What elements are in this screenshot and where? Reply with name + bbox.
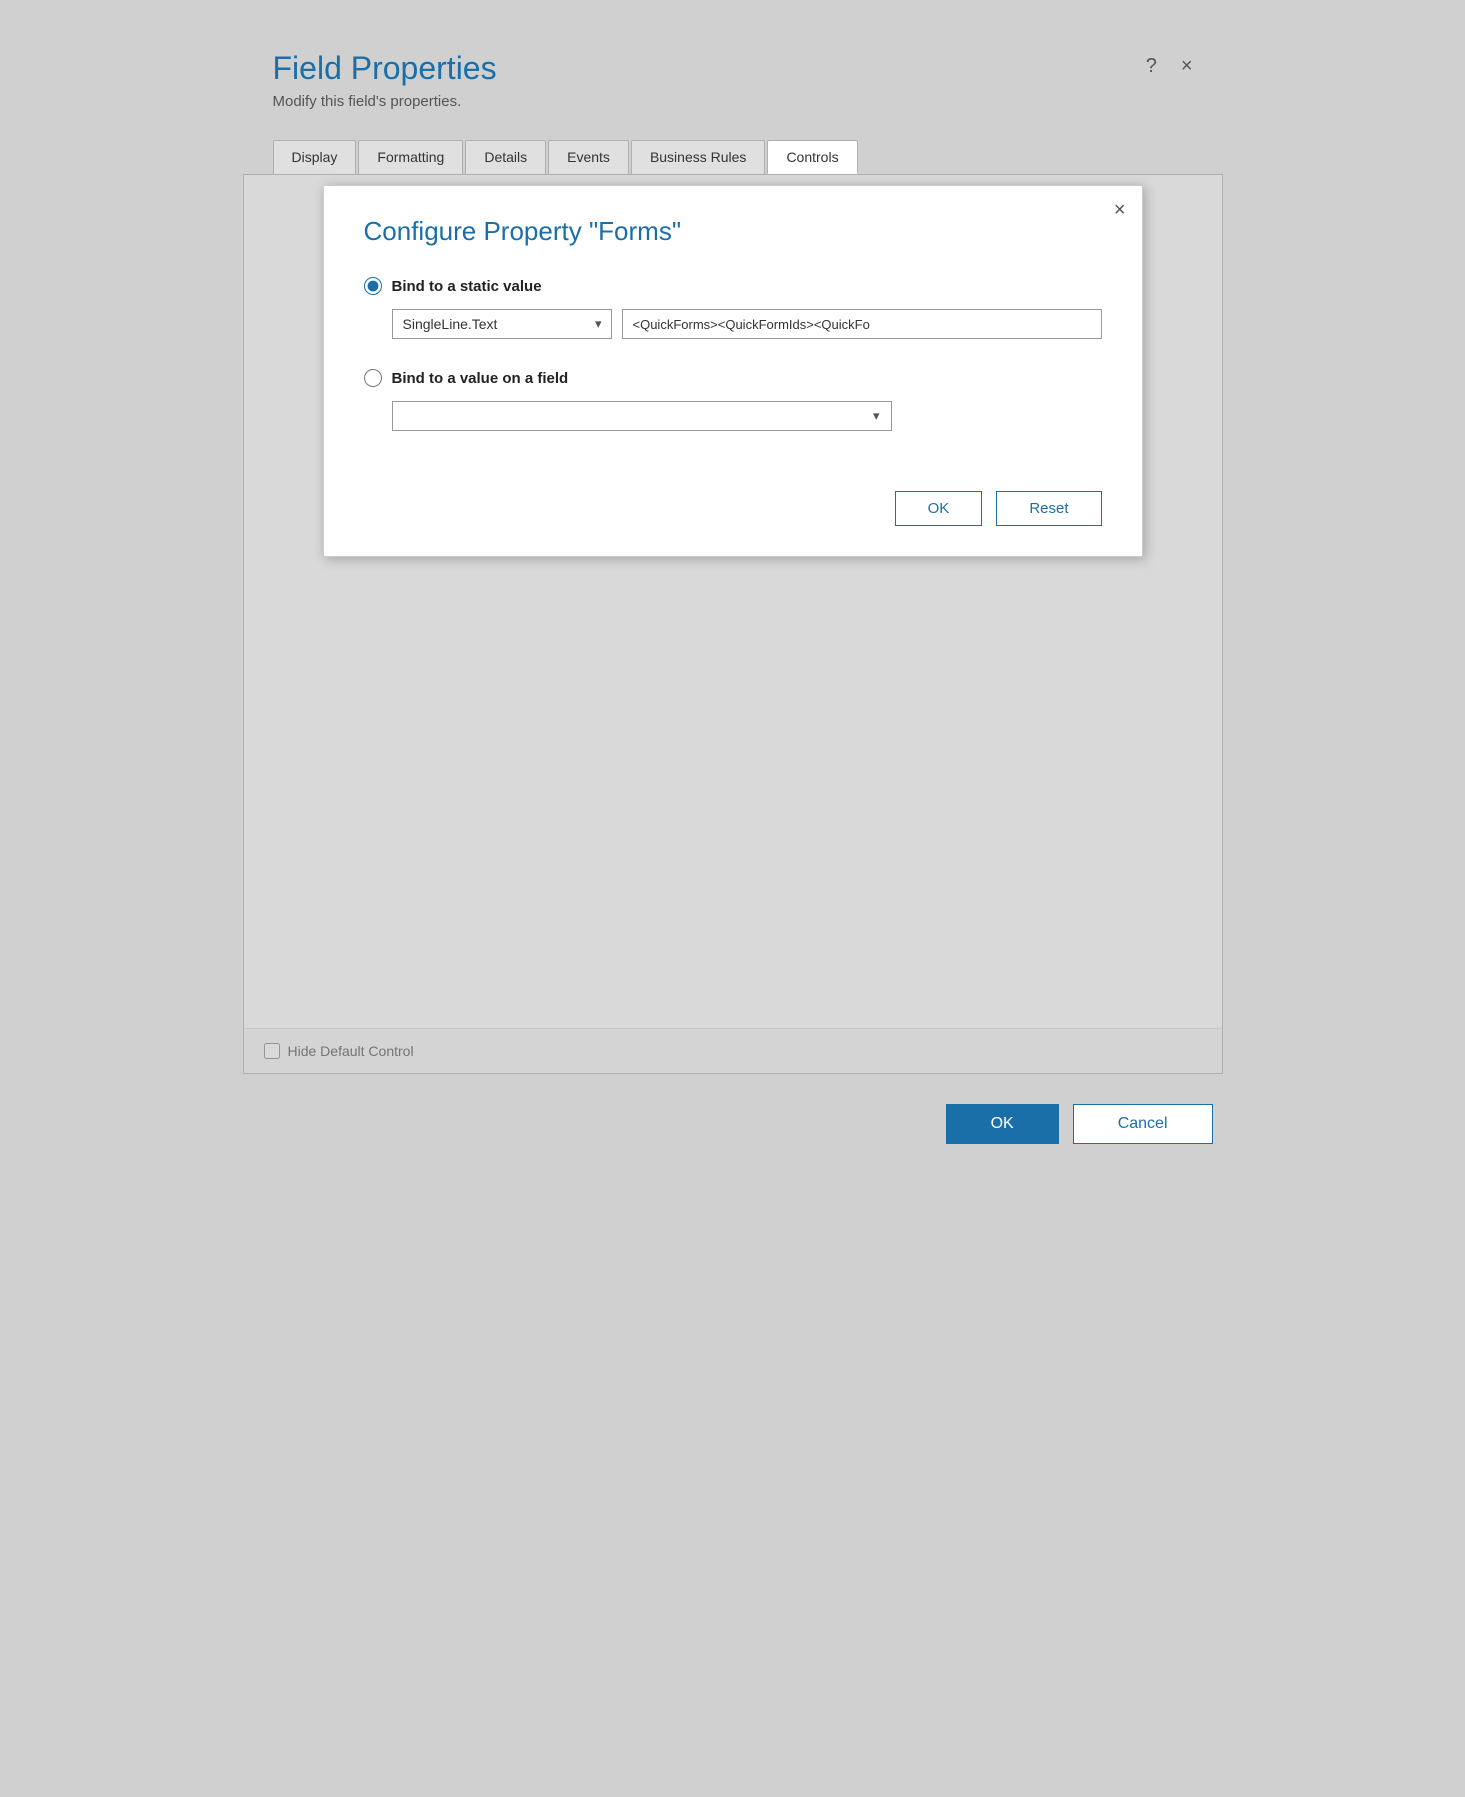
bottom-bar: OK Cancel — [243, 1084, 1223, 1154]
header-icons: ? × — [1140, 54, 1199, 78]
configure-property-modal: × Configure Property "Forms" Bind to a s… — [323, 185, 1143, 557]
modal-title: Configure Property "Forms" — [364, 216, 1102, 247]
static-value-row: SingleLine.Text SingleLine.Phone SingleL… — [392, 309, 1102, 339]
bind-static-group: Bind to a static value SingleLine.Text S… — [364, 277, 1102, 339]
type-dropdown-wrapper: SingleLine.Text SingleLine.Phone SingleL… — [392, 309, 612, 339]
bind-field-radio[interactable] — [364, 369, 382, 387]
tab-details[interactable]: Details — [465, 140, 546, 174]
modal-overlay: × Configure Property "Forms" Bind to a s… — [244, 175, 1222, 1073]
field-dropdown-wrapper — [392, 401, 892, 431]
bind-field-group: Bind to a value on a field — [364, 369, 1102, 431]
bind-static-label: Bind to a static value — [392, 278, 542, 295]
tab-business-rules[interactable]: Business Rules — [631, 140, 766, 174]
type-dropdown[interactable]: SingleLine.Text SingleLine.Phone SingleL… — [392, 309, 612, 339]
modal-ok-button[interactable]: OK — [895, 491, 983, 526]
tab-events[interactable]: Events — [548, 140, 629, 174]
field-dropdown-row — [392, 401, 1102, 431]
tab-controls[interactable]: Controls — [767, 140, 857, 174]
modal-footer: OK Reset — [364, 491, 1102, 526]
tab-formatting[interactable]: Formatting — [358, 140, 463, 174]
page-subtitle: Modify this field's properties. — [273, 93, 1193, 110]
tabs-bar: Display Formatting Details Events Busine… — [243, 140, 1223, 174]
tab-display[interactable]: Display — [273, 140, 357, 174]
page-title: Field Properties — [273, 50, 1193, 87]
help-button[interactable]: ? — [1140, 54, 1163, 78]
bind-static-radio[interactable] — [364, 277, 382, 295]
bind-field-label: Bind to a value on a field — [392, 370, 569, 387]
page-header: Field Properties Modify this field's pro… — [243, 30, 1223, 130]
close-button[interactable]: × — [1175, 54, 1199, 78]
bind-static-radio-row: Bind to a static value — [364, 277, 1102, 295]
modal-reset-button[interactable]: Reset — [996, 491, 1101, 526]
modal-close-button[interactable]: × — [1114, 200, 1126, 220]
cancel-button[interactable]: Cancel — [1073, 1104, 1213, 1144]
field-dropdown[interactable] — [392, 401, 892, 431]
ok-button[interactable]: OK — [946, 1104, 1059, 1144]
tab-content-area: × Configure Property "Forms" Bind to a s… — [243, 174, 1223, 1074]
static-value-input[interactable] — [622, 309, 1102, 339]
bind-field-radio-row: Bind to a value on a field — [364, 369, 1102, 387]
